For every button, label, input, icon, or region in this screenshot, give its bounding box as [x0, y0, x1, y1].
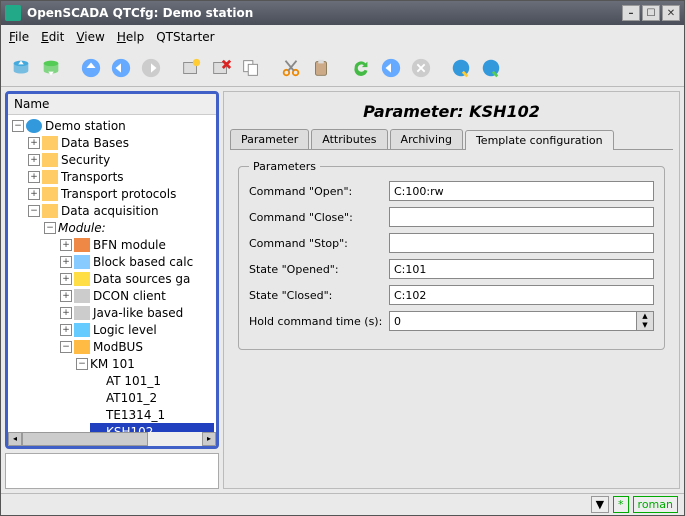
tree-transports[interactable]: Transports	[61, 170, 124, 184]
minimize-button[interactable]: –	[622, 5, 640, 21]
cmd-close-label: Command "Close":	[249, 211, 389, 224]
copy-icon[interactable]	[237, 54, 265, 82]
hold-time-label: Hold command time (s):	[249, 315, 389, 328]
parameters-group: Parameters Command "Open": Command "Clos…	[238, 160, 665, 350]
status-user[interactable]: roman	[633, 496, 678, 513]
spin-down-button[interactable]: ▼	[637, 321, 653, 330]
hold-time-input[interactable]	[389, 311, 637, 331]
nav-forward-icon[interactable]	[137, 54, 165, 82]
app-icon	[5, 5, 21, 21]
expand-icon[interactable]: −	[44, 222, 56, 234]
tree-modbus[interactable]: ModBUS	[93, 340, 143, 354]
tree-ksh102[interactable]: KSH102	[106, 425, 153, 433]
tree-transport-protocols[interactable]: Transport protocols	[61, 187, 176, 201]
tree-dcon[interactable]: DCON client	[93, 289, 166, 303]
expand-icon[interactable]: +	[28, 154, 40, 166]
cmd-stop-input[interactable]	[389, 233, 654, 253]
tree-at101-2[interactable]: AT101_2	[106, 391, 157, 405]
parameters-legend: Parameters	[249, 160, 320, 173]
tab-parameter[interactable]: Parameter	[230, 129, 309, 149]
expand-icon[interactable]: −	[28, 205, 40, 217]
menu-edit[interactable]: Edit	[41, 30, 64, 44]
tree-header[interactable]: Name	[8, 94, 216, 115]
db-up-icon[interactable]	[7, 54, 35, 82]
expand-icon[interactable]: −	[12, 120, 24, 132]
tree-te1314[interactable]: TE1314_1	[106, 408, 165, 422]
paste-icon[interactable]	[307, 54, 335, 82]
scroll-right-button[interactable]: ▸	[202, 432, 216, 446]
expand-icon[interactable]: +	[28, 137, 40, 149]
tree-java[interactable]: Java-like based	[93, 306, 183, 320]
tree-root[interactable]: Demo station	[45, 119, 126, 133]
status-dropdown[interactable]: ▼	[591, 496, 609, 513]
bottom-input-panel[interactable]	[5, 453, 219, 489]
menubar: File Edit View Help QTStarter	[1, 25, 684, 49]
tree-module[interactable]: Module:	[58, 221, 106, 235]
expand-icon[interactable]: +	[60, 324, 72, 336]
tree[interactable]: − Demo station + Data Bases + Security + Tra…	[8, 115, 216, 432]
status-modified-icon[interactable]: *	[613, 496, 629, 513]
close-button[interactable]: ✕	[662, 5, 680, 21]
tree-hscrollbar[interactable]: ◂ ▸	[8, 432, 216, 446]
window-titlebar: OpenSCADA QTCfg: Demo station – ☐ ✕	[1, 1, 684, 25]
new-item-icon[interactable]	[177, 54, 205, 82]
tabbar: Parameter Attributes Archiving Template …	[224, 129, 679, 149]
state-closed-label: State "Closed":	[249, 289, 389, 302]
state-closed-input[interactable]	[389, 285, 654, 305]
refresh-icon[interactable]	[347, 54, 375, 82]
nav-up-icon[interactable]	[77, 54, 105, 82]
menu-help[interactable]: Help	[117, 30, 144, 44]
spin-up-button[interactable]: ▲	[637, 312, 653, 321]
start-icon[interactable]	[377, 54, 405, 82]
tree-databases[interactable]: Data Bases	[61, 136, 129, 150]
cmd-open-input[interactable]	[389, 181, 654, 201]
tab-archiving[interactable]: Archiving	[390, 129, 463, 149]
menu-view[interactable]: View	[76, 30, 104, 44]
tree-block[interactable]: Block based calc	[93, 255, 193, 269]
expand-icon[interactable]: +	[60, 273, 72, 285]
cmd-open-label: Command "Open":	[249, 185, 389, 198]
expand-icon[interactable]: +	[60, 290, 72, 302]
menu-file[interactable]: File	[9, 30, 29, 44]
tool-a-icon[interactable]	[447, 54, 475, 82]
db-down-icon[interactable]	[37, 54, 65, 82]
tree-panel: Name − Demo station + Data Bases + Security…	[5, 91, 219, 449]
tool-b-icon[interactable]	[477, 54, 505, 82]
cut-icon[interactable]	[277, 54, 305, 82]
cmd-stop-label: Command "Stop":	[249, 237, 389, 250]
stop-icon[interactable]	[407, 54, 435, 82]
page-title: Parameter: KSH102	[224, 92, 679, 129]
tab-attributes[interactable]: Attributes	[311, 129, 387, 149]
window-title: OpenSCADA QTCfg: Demo station	[27, 6, 253, 20]
tree-security[interactable]: Security	[61, 153, 110, 167]
expand-icon[interactable]: −	[60, 341, 72, 353]
maximize-button[interactable]: ☐	[642, 5, 660, 21]
scroll-thumb[interactable]	[22, 432, 148, 446]
scroll-left-button[interactable]: ◂	[8, 432, 22, 446]
tree-bfn[interactable]: BFN module	[93, 238, 166, 252]
toolbar	[1, 49, 684, 87]
tree-km101[interactable]: KM 101	[90, 357, 135, 371]
state-opened-input[interactable]	[389, 259, 654, 279]
expand-icon[interactable]: +	[60, 239, 72, 251]
expand-icon[interactable]: +	[60, 307, 72, 319]
statusbar: ▼ * roman	[1, 493, 684, 515]
expand-icon[interactable]: +	[28, 188, 40, 200]
tab-template-configuration[interactable]: Template configuration	[465, 130, 614, 150]
menu-qtstarter[interactable]: QTStarter	[156, 30, 214, 44]
tree-at101-1[interactable]: AT 101_1	[106, 374, 161, 388]
expand-icon[interactable]: +	[60, 256, 72, 268]
delete-item-icon[interactable]	[207, 54, 235, 82]
cmd-close-input[interactable]	[389, 207, 654, 227]
expand-icon[interactable]: +	[28, 171, 40, 183]
nav-back-icon[interactable]	[107, 54, 135, 82]
state-opened-label: State "Opened":	[249, 263, 389, 276]
tree-datasources[interactable]: Data sources ga	[93, 272, 190, 286]
expand-icon[interactable]: −	[76, 358, 88, 370]
tree-data-acquisition[interactable]: Data acquisition	[61, 204, 159, 218]
tree-logic[interactable]: Logic level	[93, 323, 157, 337]
